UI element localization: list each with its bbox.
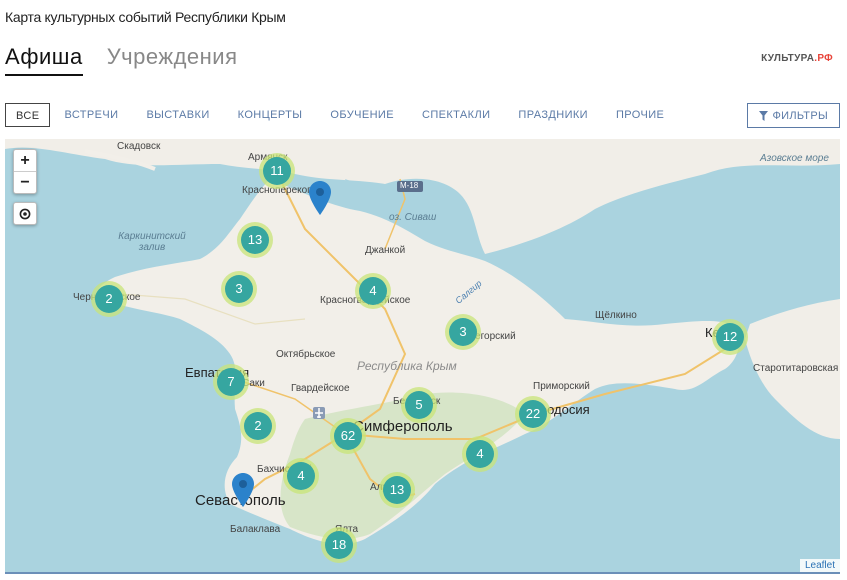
locate-control — [13, 202, 37, 225]
map-pin-marker[interactable] — [232, 473, 254, 507]
category-filter-bar: ВСЕ ВСТРЕЧИ ВЫСТАВКИ КОНЦЕРТЫ ОБУЧЕНИЕ С… — [5, 103, 678, 127]
filter-icon — [758, 110, 768, 121]
event-cluster[interactable]: 3 — [225, 275, 253, 303]
map-attribution[interactable]: Leaflet — [799, 559, 840, 572]
event-cluster[interactable]: 4 — [287, 462, 315, 490]
category-meetings[interactable]: ВСТРЕЧИ — [50, 103, 132, 127]
category-holidays[interactable]: ПРАЗДНИКИ — [504, 103, 602, 127]
event-cluster[interactable]: 3 — [449, 318, 477, 346]
event-cluster[interactable]: 13 — [241, 226, 269, 254]
brand-logo-suffix: .РФ — [814, 53, 833, 64]
tab-afisha[interactable]: Афиша — [5, 44, 83, 76]
locate-icon — [19, 208, 31, 219]
airport-icon — [313, 407, 325, 419]
map-container[interactable]: Скадовск Азовское море Каркинитский зали… — [5, 139, 840, 574]
event-cluster[interactable]: 13 — [383, 476, 411, 504]
category-other[interactable]: ПРОЧИЕ — [602, 103, 678, 127]
event-cluster[interactable]: 62 — [334, 422, 362, 450]
tab-institutions[interactable]: Учреждения — [107, 44, 238, 76]
brand-logo[interactable]: КУЛЬТУРА.РФ — [761, 53, 833, 64]
event-cluster[interactable]: 22 — [519, 400, 547, 428]
event-cluster[interactable]: 12 — [716, 323, 744, 351]
main-tabs: Афиша Учреждения — [5, 44, 238, 76]
map-base-layer — [5, 139, 840, 545]
category-education[interactable]: ОБУЧЕНИЕ — [316, 103, 408, 127]
event-cluster[interactable]: 7 — [217, 368, 245, 396]
category-concerts[interactable]: КОНЦЕРТЫ — [224, 103, 317, 127]
event-cluster[interactable]: 4 — [466, 440, 494, 468]
filters-button[interactable]: ФИЛЬТРЫ — [746, 103, 840, 128]
event-cluster[interactable]: 4 — [359, 277, 387, 305]
event-cluster[interactable]: 11 — [263, 157, 291, 185]
locate-button[interactable] — [14, 203, 36, 224]
zoom-control: + − — [13, 149, 37, 194]
event-cluster[interactable]: 2 — [95, 285, 123, 313]
event-cluster[interactable]: 2 — [244, 412, 272, 440]
category-all[interactable]: ВСЕ — [5, 103, 51, 127]
brand-logo-main: КУЛЬТУРА — [761, 53, 815, 64]
category-exhibitions[interactable]: ВЫСТАВКИ — [132, 103, 223, 127]
filters-label: ФИЛЬТРЫ — [772, 109, 828, 122]
zoom-out-button[interactable]: − — [14, 171, 36, 193]
category-performances[interactable]: СПЕКТАКЛИ — [408, 103, 504, 127]
zoom-in-button[interactable]: + — [14, 150, 36, 171]
event-cluster[interactable]: 5 — [405, 391, 433, 419]
page-title: Карта культурных событий Республики Крым — [5, 9, 286, 25]
map-pin-marker[interactable] — [309, 181, 331, 215]
event-cluster[interactable]: 18 — [325, 531, 353, 559]
